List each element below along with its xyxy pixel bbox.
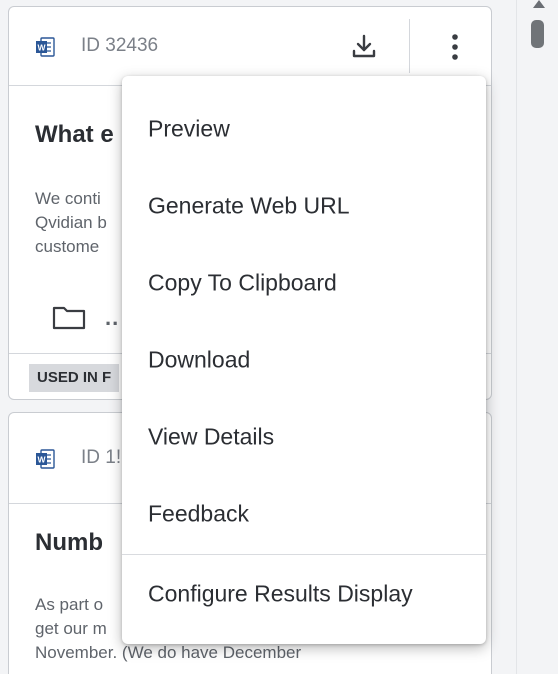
- menu-item-generate-web-url[interactable]: Generate Web URL: [122, 167, 486, 244]
- menu-item-label: Copy To Clipboard: [148, 269, 337, 295]
- scrollbar-thumb[interactable]: [531, 20, 544, 48]
- document-id: ID 32436: [81, 35, 159, 56]
- document-id: ID 1!: [81, 447, 122, 468]
- card-header: W ID 32436: [9, 7, 491, 86]
- menu-item-configure-results-display[interactable]: Configure Results Display: [122, 555, 486, 632]
- vertical-scrollbar[interactable]: [516, 0, 558, 674]
- snippet-line: November. (We do have December: [35, 643, 302, 662]
- menu-item-label: Feedback: [148, 500, 250, 526]
- menu-item-label: View Details: [148, 423, 275, 449]
- scroll-up-arrow-icon[interactable]: [533, 0, 545, 8]
- menu-item-label: Generate Web URL: [148, 192, 350, 218]
- menu-item-preview[interactable]: Preview: [122, 90, 486, 167]
- menu-item-label: Configure Results Display: [148, 580, 413, 606]
- menu-item-label: Download: [148, 346, 251, 372]
- more-breadcrumb[interactable]: ..: [105, 305, 119, 331]
- folder-icon[interactable]: [51, 303, 87, 331]
- status-badge: USED IN F: [29, 364, 120, 392]
- card-title[interactable]: What e: [35, 121, 114, 149]
- word-document-icon: W: [36, 37, 55, 57]
- menu-item-copy-to-clipboard[interactable]: Copy To Clipboard: [122, 244, 486, 321]
- context-menu: Preview Generate Web URL Copy To Clipboa…: [122, 76, 486, 644]
- header-divider: [409, 19, 410, 73]
- card-title[interactable]: Numb: [35, 529, 103, 557]
- results-panel: W ID 32436 What e We conti Qvidian b cus…: [0, 0, 558, 674]
- download-icon[interactable]: [349, 31, 379, 61]
- svg-text:W: W: [37, 43, 46, 53]
- svg-text:W: W: [37, 455, 46, 465]
- menu-item-download[interactable]: Download: [122, 321, 486, 398]
- menu-item-view-details[interactable]: View Details: [122, 398, 486, 475]
- menu-item-feedback[interactable]: Feedback: [122, 475, 486, 552]
- menu-item-label: Preview: [148, 115, 230, 141]
- kebab-menu-icon[interactable]: [443, 29, 467, 65]
- word-document-icon: W: [36, 449, 55, 469]
